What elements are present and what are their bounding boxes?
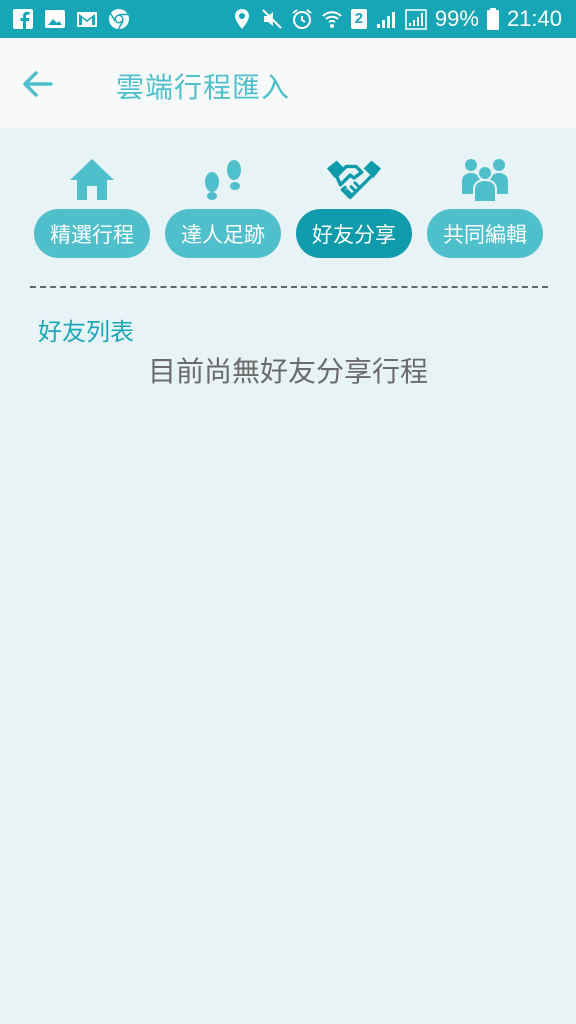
- app-bar: 雲端行程匯入: [0, 38, 576, 128]
- status-right-icons: 2 99% 21:40: [231, 6, 562, 32]
- mute-icon: [262, 9, 282, 29]
- tab-label-co-edit[interactable]: 共同編輯: [427, 209, 543, 258]
- group-icon: [462, 159, 508, 202]
- sim2-icon: 2: [350, 9, 367, 29]
- footprints-icon: [205, 160, 241, 200]
- signal-icon: [376, 12, 395, 28]
- location-icon: [234, 9, 249, 29]
- empty-state-message: 目前尚無好友分享行程: [147, 355, 428, 388]
- tab-label-featured[interactable]: 精選行程: [34, 209, 150, 258]
- status-left-icons: [12, 8, 130, 30]
- chrome-icon: [109, 9, 129, 30]
- divider: [30, 286, 548, 288]
- battery-icon: [486, 8, 499, 30]
- page-title: 雲端行程匯入: [116, 71, 291, 104]
- tab-co-edit[interactable]: 共同編輯: [427, 156, 543, 260]
- tab-friend-share[interactable]: 好友分享: [296, 156, 412, 260]
- handshake-icon: [326, 160, 382, 200]
- friend-list-title: 好友列表: [38, 318, 134, 346]
- alarm-icon: [292, 9, 312, 29]
- arrow-left-icon: [23, 71, 53, 97]
- gmail-icon: [77, 12, 97, 27]
- tab-label-friend-share[interactable]: 好友分享: [296, 209, 412, 258]
- clock-time: 21:40: [506, 6, 562, 31]
- image-icon: [45, 10, 65, 28]
- home-icon: [70, 159, 114, 200]
- tab-featured-itinerary[interactable]: 精選行程: [34, 156, 150, 260]
- tab-expert-footprints[interactable]: 達人足跡: [165, 156, 281, 260]
- signal-icon: [405, 9, 427, 30]
- facebook-icon: [13, 9, 33, 30]
- back-button[interactable]: [18, 64, 58, 104]
- tab-label-expert[interactable]: 達人足跡: [165, 209, 281, 258]
- status-bar: 2 99% 21:40: [0, 0, 576, 38]
- battery-percent: 99%: [434, 6, 479, 31]
- wifi-icon: [322, 11, 342, 28]
